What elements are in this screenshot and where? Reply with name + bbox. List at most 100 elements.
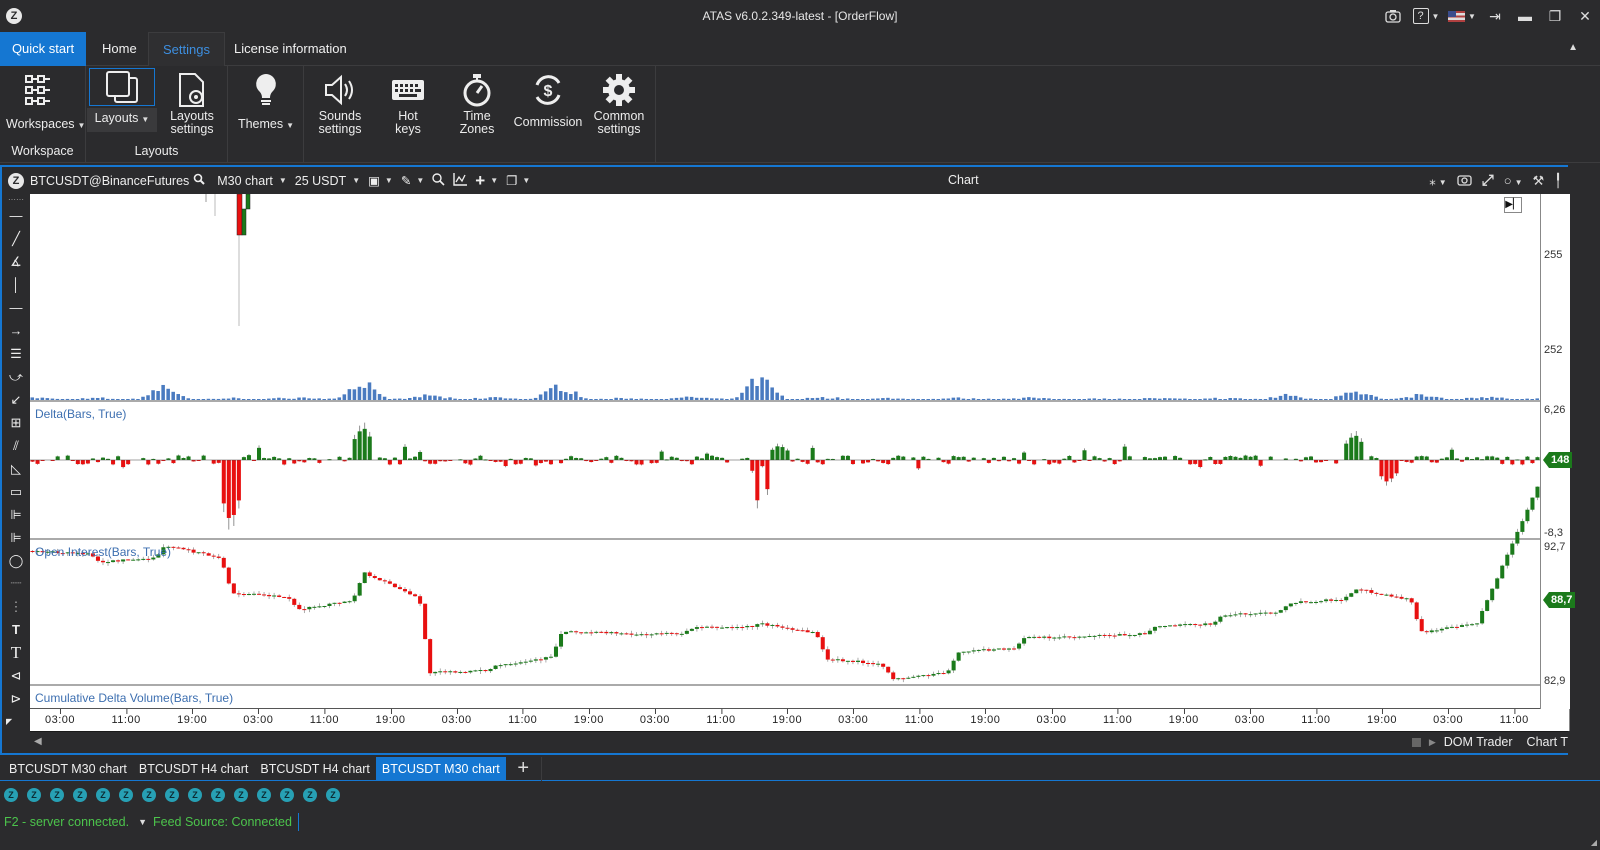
- doc-tab[interactable]: BTCUSDT H4 chart: [133, 757, 255, 781]
- indicators-button[interactable]: [453, 172, 468, 189]
- workspaces-button[interactable]: Workspaces ▼: [6, 68, 85, 136]
- tab-settings[interactable]: Settings: [148, 32, 225, 67]
- color-button[interactable]: ○ ▼: [1504, 173, 1523, 188]
- time-zones-button[interactable]: Time Zones: [442, 68, 512, 136]
- doc-tab[interactable]: BTCUSDT H4 chart: [254, 757, 376, 781]
- connection-logo-icon[interactable]: Z: [234, 788, 248, 802]
- connection-logo-icon[interactable]: Z: [142, 788, 156, 802]
- horizontal-line-tool-icon[interactable]: —: [2, 204, 30, 227]
- polyline-tool-icon[interactable]: ⤻: [2, 365, 30, 388]
- status-dropdown-icon[interactable]: ▼: [138, 817, 147, 827]
- instrument-selector[interactable]: BTCUSDT@BinanceFutures: [30, 173, 205, 188]
- ruler-tool-icon[interactable]: ⊞: [2, 411, 30, 434]
- window-mode-button[interactable]: ❐ ▼: [506, 173, 530, 188]
- crosshair-button[interactable]: ⁎ ▼: [1429, 173, 1446, 189]
- pitchfork-tool-icon[interactable]: ↙: [2, 388, 30, 411]
- connection-logo-icon[interactable]: Z: [50, 788, 64, 802]
- toolbar-grip[interactable]: ⋯⋯: [2, 194, 30, 204]
- chart-trader-link[interactable]: Chart T: [1527, 735, 1568, 749]
- timeframe-selector[interactable]: M30 chart ▼: [217, 174, 287, 188]
- connection-logo-icon[interactable]: Z: [257, 788, 271, 802]
- delta-bar: [559, 460, 564, 464]
- connection-logo-icon[interactable]: Z: [73, 788, 87, 802]
- tab-quick-start[interactable]: Quick start: [0, 32, 86, 66]
- title-bar: Z ATAS v6.0.2.349-latest - [OrderFlow] ?…: [0, 0, 1600, 32]
- doc-tab-active[interactable]: BTCUSDT M30 chart: [375, 756, 506, 781]
- connection-logo-icon[interactable]: Z: [4, 788, 18, 802]
- zoom-button[interactable]: [432, 172, 445, 189]
- add-object-button[interactable]: + ▼: [475, 171, 498, 191]
- price-label-tool-icon[interactable]: ⊲: [2, 664, 30, 687]
- scroll-left-icon[interactable]: ◀: [34, 736, 42, 747]
- help-button[interactable]: ? ▼: [1408, 4, 1444, 28]
- restore-icon[interactable]: ❐: [1540, 4, 1570, 28]
- angle-tool-icon[interactable]: ∡: [2, 250, 30, 273]
- commission-button[interactable]: $ Commission: [512, 68, 584, 136]
- chevron-right-icon[interactable]: ▶: [1429, 737, 1436, 748]
- delta-bar: [820, 460, 825, 465]
- chart-plot-area[interactable]: Delta(Bars, True) Open Interest(Bars, Tr…: [30, 193, 1540, 709]
- camera-icon[interactable]: [1378, 4, 1408, 28]
- volume-profile-tool-icon[interactable]: ⊫: [2, 503, 30, 526]
- arrow-tool-icon[interactable]: →: [2, 319, 30, 342]
- connection-logo-icon[interactable]: Z: [96, 788, 110, 802]
- common-settings-button[interactable]: Common settings: [584, 68, 654, 136]
- resize-grip-icon[interactable]: ◢: [1591, 838, 1597, 847]
- connection-logo-icon[interactable]: Z: [211, 788, 225, 802]
- text-lock-tool-icon[interactable]: T: [2, 618, 30, 641]
- hot-keys-button[interactable]: Hot keys: [373, 68, 443, 136]
- atas-chart-logo-icon[interactable]: Z: [8, 172, 24, 189]
- text-tool-icon[interactable]: T: [2, 641, 30, 664]
- ellipse-tool-icon[interactable]: ◯: [2, 549, 30, 572]
- language-selector[interactable]: ▼: [1444, 4, 1480, 28]
- connection-logo-icon[interactable]: Z: [280, 788, 294, 802]
- close-icon[interactable]: ✕: [1570, 4, 1600, 28]
- tools-icon[interactable]: ⚒: [1533, 173, 1545, 189]
- layouts-settings-button[interactable]: Layouts settings: [157, 68, 227, 136]
- connection-logo-icon[interactable]: Z: [119, 788, 133, 802]
- collapse-ribbon-icon[interactable]: ▲: [1568, 42, 1578, 53]
- toolbar-expand-icon[interactable]: ◤: [2, 710, 30, 733]
- vertical-line-tool-icon[interactable]: │: [2, 273, 30, 296]
- volume-bar: [725, 399, 729, 400]
- drawing-button[interactable]: ✎ ▼: [401, 173, 424, 188]
- cluster-size-selector[interactable]: 25 USDT ▼: [295, 174, 360, 188]
- triangle-tool-icon[interactable]: ◺: [2, 457, 30, 480]
- delta-bar: [1314, 460, 1319, 463]
- chart-scrollbar[interactable]: ◀ ▶ DOM Trader Chart T: [30, 731, 1568, 753]
- connection-logo-icon[interactable]: Z: [303, 788, 317, 802]
- add-tab-button[interactable]: +: [506, 756, 542, 781]
- channel-tool-icon[interactable]: ⫽: [2, 434, 30, 457]
- volume-bar: [559, 391, 563, 400]
- connection-logo-icon[interactable]: Z: [326, 788, 340, 802]
- minimize-icon[interactable]: ▬: [1510, 4, 1540, 28]
- fullscreen-icon[interactable]: ⤢: [1482, 172, 1494, 189]
- chart-type-button[interactable]: ▣ ▼: [368, 173, 393, 188]
- time-axis[interactable]: 03:00 11:00 19:00 03:00 11:00 19:00 03:00 11:00…: [30, 709, 1570, 731]
- pin-icon[interactable]: ⇥: [1480, 4, 1510, 28]
- connection-logo-icon[interactable]: Z: [165, 788, 179, 802]
- layouts-button[interactable]: Layouts ▼: [87, 68, 157, 136]
- screenshot-icon[interactable]: [1457, 173, 1472, 189]
- panel-toggle-icon[interactable]: [1411, 737, 1421, 747]
- price-axis[interactable]: 255 252 6,26 148 -8,3 92,7 88,7 82,9: [1540, 194, 1576, 709]
- crosshair-icon: ⁎: [1429, 172, 1436, 188]
- horizontal-ray-tool-icon[interactable]: —: [2, 296, 30, 319]
- sounds-settings-button[interactable]: Sounds settings: [305, 68, 375, 136]
- themes-button[interactable]: Themes ▼: [231, 68, 301, 136]
- volume-profile-alt-tool-icon[interactable]: ⊫: [2, 526, 30, 549]
- fibonacci-tool-icon[interactable]: ☰: [2, 342, 30, 365]
- pin-icon[interactable]: ╿: [1554, 173, 1562, 189]
- rectangle-tool-icon[interactable]: ▭: [2, 480, 30, 503]
- dom-trader-link[interactable]: DOM Trader: [1444, 735, 1513, 749]
- doc-tab[interactable]: BTCUSDT M30 chart: [3, 757, 133, 781]
- trend-line-tool-icon[interactable]: ╱: [2, 227, 30, 250]
- volume-bar: [1510, 399, 1514, 400]
- tag-tool-icon[interactable]: ⊳: [2, 687, 30, 710]
- oi-candle: [478, 670, 483, 672]
- tab-home[interactable]: Home: [88, 32, 151, 66]
- connection-logo-icon[interactable]: Z: [188, 788, 202, 802]
- scroll-to-end-button[interactable]: ▶▏: [1504, 197, 1522, 213]
- connection-logo-icon[interactable]: Z: [27, 788, 41, 802]
- tab-license-information[interactable]: License information: [220, 32, 361, 66]
